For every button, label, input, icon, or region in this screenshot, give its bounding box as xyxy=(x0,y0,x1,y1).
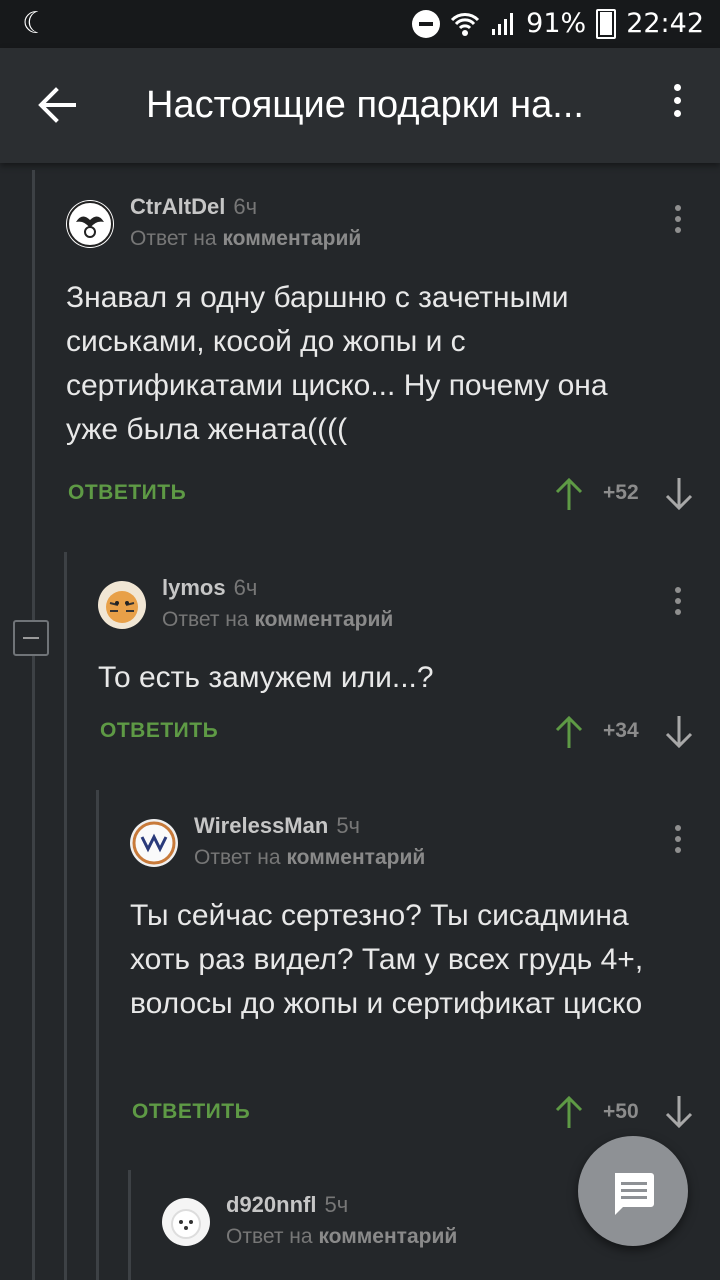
comment-text: Знавал я одну баршню с зачетными сиськам… xyxy=(66,281,608,446)
comment-score: +34 xyxy=(603,719,639,742)
battery-percent: 91% xyxy=(526,8,587,39)
comment-text: Ты сейчас сертезно? Ты сисадмина хоть ра… xyxy=(130,899,644,1020)
comment-time: 5ч xyxy=(324,1192,349,1217)
comment-author[interactable]: WirelessMan 5ч xyxy=(194,813,360,839)
minus-circle-icon xyxy=(412,9,441,38)
comment-menu-icon[interactable] xyxy=(668,822,688,862)
comment-author[interactable]: lymos 6ч xyxy=(162,575,257,601)
comment-time: 5ч xyxy=(336,813,361,838)
reply-context: Ответ на комментарий xyxy=(130,227,362,250)
reply-target-link[interactable]: комментарий xyxy=(286,846,425,869)
thread-line xyxy=(64,552,67,1280)
upvote-arrow-icon[interactable] xyxy=(554,1094,584,1130)
comment-score: +50 xyxy=(603,1100,639,1123)
page-title: Настоящие подарки на... xyxy=(146,84,584,126)
new-comment-button[interactable] xyxy=(578,1136,688,1246)
reply-button[interactable]: ОТВЕТИТЬ xyxy=(68,481,186,505)
comment-author[interactable]: d920nnfl 5ч xyxy=(226,1192,348,1218)
wifi-icon xyxy=(451,12,480,36)
do-not-disturb-icon: ☾ xyxy=(22,6,49,41)
comment-text: То есть замужем или...? xyxy=(98,661,434,694)
avatar[interactable] xyxy=(130,819,178,867)
reply-button[interactable]: ОТВЕТИТЬ xyxy=(100,719,218,743)
reply-context: Ответ на комментарий xyxy=(162,608,394,631)
comment-author[interactable]: CtrAltDel 6ч xyxy=(130,194,257,220)
downvote-arrow-icon[interactable] xyxy=(664,714,694,750)
reply-target-link[interactable]: комментарий xyxy=(254,608,393,631)
thread-line xyxy=(32,170,35,1280)
thread-line xyxy=(96,790,99,1280)
downvote-arrow-icon[interactable] xyxy=(664,476,694,512)
comment-menu-icon[interactable] xyxy=(668,584,688,624)
battery-icon xyxy=(596,8,617,39)
avatar[interactable] xyxy=(162,1198,210,1246)
comment-menu-icon[interactable] xyxy=(668,202,688,242)
clock: 22:42 xyxy=(626,8,704,39)
reply-context: Ответ на комментарий xyxy=(194,846,426,869)
avatar[interactable] xyxy=(66,200,114,248)
back-arrow-icon[interactable] xyxy=(30,78,84,132)
reply-target-link[interactable]: комментарий xyxy=(222,227,361,250)
collapse-thread-button[interactable] xyxy=(13,620,49,656)
reply-target-link[interactable]: комментарий xyxy=(318,1225,457,1248)
comment-icon xyxy=(615,1173,654,1215)
upvote-arrow-icon[interactable] xyxy=(554,476,584,512)
comment-time: 6ч xyxy=(233,575,258,600)
status-bar: ☾ 91% 22:42 xyxy=(0,0,720,48)
comment-score: +52 xyxy=(603,481,639,504)
reply-context: Ответ на комментарий xyxy=(226,1225,458,1248)
upvote-arrow-icon[interactable] xyxy=(554,714,584,750)
reply-button[interactable]: ОТВЕТИТЬ xyxy=(132,1100,250,1124)
signal-icon xyxy=(492,12,514,35)
thread-line xyxy=(128,1170,131,1280)
comment-time: 6ч xyxy=(233,194,258,219)
avatar[interactable] xyxy=(98,581,146,629)
downvote-arrow-icon[interactable] xyxy=(664,1094,694,1130)
overflow-menu-icon[interactable] xyxy=(662,80,692,130)
app-bar: Настоящие подарки на... xyxy=(0,48,720,163)
